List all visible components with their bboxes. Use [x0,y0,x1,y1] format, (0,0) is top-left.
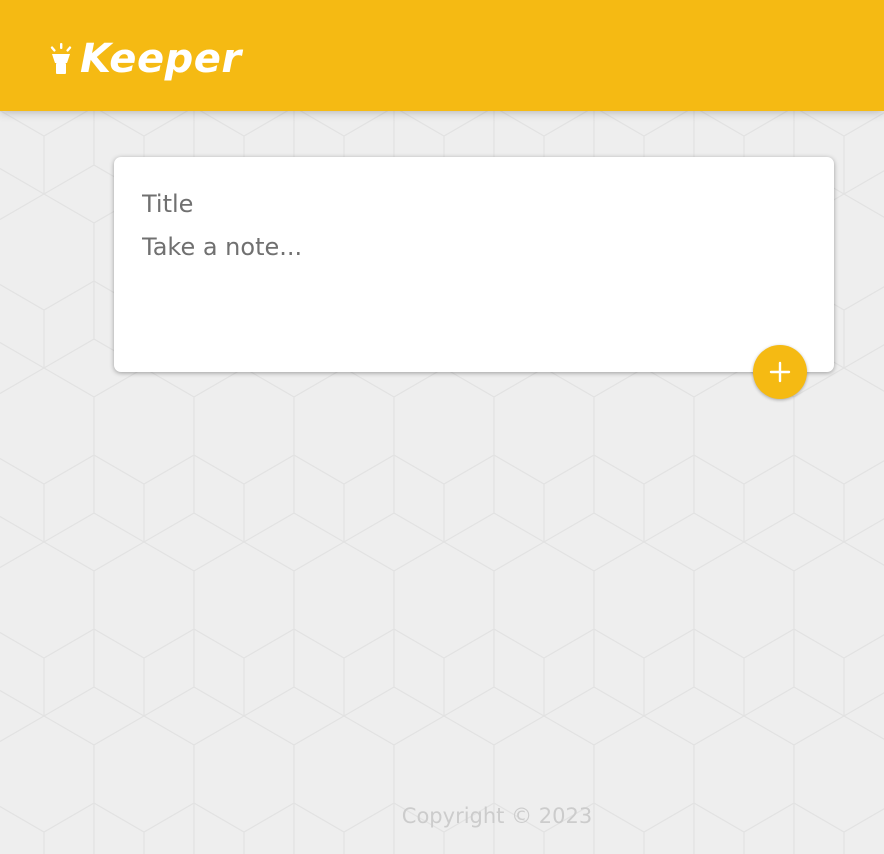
lamp-icon [50,43,72,74]
brand: Keeper [48,30,242,88]
app-title: Keeper [80,36,242,82]
create-note-form [114,157,834,372]
add-note-button[interactable] [753,345,807,399]
app-header: Keeper [0,0,884,111]
copyright-text: Copyright © 2023 [401,804,593,828]
note-content-input[interactable] [142,233,802,343]
hexagon-background-pattern [0,0,884,854]
note-title-input[interactable] [142,187,802,221]
plus-icon [769,361,791,383]
page-footer: Copyright © 2023 [0,804,884,836]
